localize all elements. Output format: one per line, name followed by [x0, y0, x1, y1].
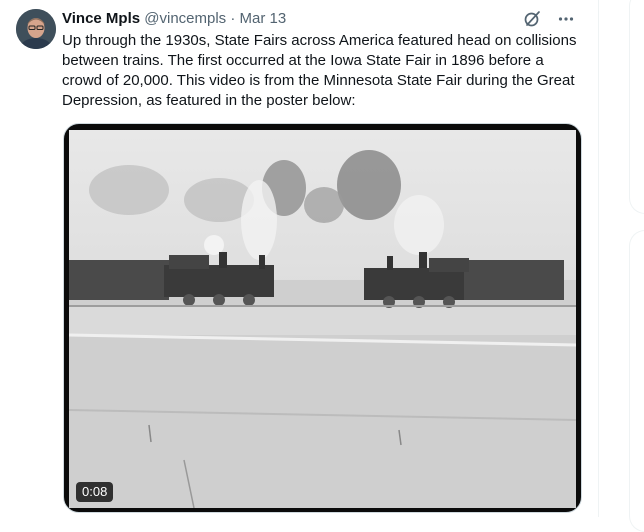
right-rail	[599, 0, 644, 532]
tweet-top-actions	[522, 9, 576, 29]
tweet-date[interactable]: Mar 13	[240, 10, 287, 27]
grok-icon[interactable]	[522, 9, 542, 29]
video-frame[interactable]	[68, 130, 577, 509]
video-thumbnail	[68, 130, 577, 509]
video-duration: 0:08	[76, 482, 114, 502]
video-player[interactable]: 0:08	[63, 123, 582, 513]
separator-dot: ·	[230, 10, 236, 27]
author-handle[interactable]: @vincempls	[144, 10, 226, 27]
avatar-image	[16, 9, 56, 49]
tweet-text: Up through the 1930s, State Fairs across…	[62, 32, 577, 109]
author-name[interactable]: Vince Mpls	[62, 10, 140, 27]
sidebar-card	[629, 230, 644, 532]
tweet-header: Vince Mpls @vincempls · Mar 13	[62, 9, 286, 29]
tweet[interactable]: Vince Mpls @vincempls · Mar 13 Up throug…	[0, 0, 599, 517]
sidebar-card	[629, 0, 644, 214]
more-icon[interactable]	[556, 9, 576, 29]
avatar[interactable]	[16, 9, 56, 49]
